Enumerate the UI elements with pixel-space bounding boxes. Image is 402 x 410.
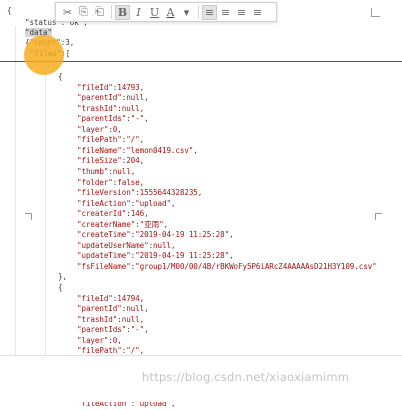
align-justify-icon[interactable]: ≡ <box>250 5 265 20</box>
click-indicator <box>24 35 64 75</box>
watermark: https://blog.csdn.net/xiaoxiamimm <box>142 370 350 384</box>
align-left-icon[interactable]: ≡ <box>202 4 217 20</box>
field-parentId: "parentId":null, <box>77 304 149 314</box>
field-folder: "folder":false, <box>77 177 145 187</box>
field-createrId: "createrId":146, <box>77 209 149 219</box>
field-createTime: "createTime":"2019-04-19 11:25:28", <box>77 230 234 240</box>
page-corner-mark <box>25 213 32 220</box>
field-updateUserName: "updateUserName":null, <box>77 240 176 250</box>
page-corner-mark <box>371 8 380 17</box>
toolbar-separator <box>198 5 199 19</box>
field-filePath: "filePath":"/", <box>77 135 145 145</box>
paste-icon[interactable]: ⎗ <box>92 5 107 20</box>
field-layer: "layer":0, <box>77 335 122 345</box>
field-fileName: "fileName":"lemon0419.csv", <box>77 145 198 155</box>
field-fsFileName: "fsFileName":"group1/M00/00/4B/rBKWoFy5P… <box>77 261 377 271</box>
object-close: }, <box>58 272 67 282</box>
field-trashId: "trashId":null, <box>77 314 145 324</box>
brace-open: { <box>7 6 12 15</box>
field-fileId: "fileId":14793, <box>77 82 145 92</box>
copy-icon[interactable]: ⎘ <box>76 5 91 20</box>
field-updateTime: "updateTime":"2019-04-19 11:25:28", <box>77 251 234 261</box>
indent-guide <box>45 70 46 355</box>
field-fileSize: "fileSize":204, <box>77 156 145 166</box>
field-fileAction: "fileAction":"upload", <box>77 198 176 208</box>
align-center-icon[interactable]: ≡ <box>218 5 233 20</box>
field-layer: "layer":0, <box>77 124 122 134</box>
toolbar-separator <box>111 5 112 19</box>
page-corner-mark <box>375 213 382 220</box>
left-margin-guide <box>15 26 16 366</box>
object-open: { <box>58 72 63 81</box>
font-color-button[interactable]: A <box>163 5 178 20</box>
format-toolbar: ✂ ⎘ ⎗ B I U A ▾ ≡ ≡ ≡ ≡ <box>55 2 277 22</box>
chevron-down-icon[interactable]: ▾ <box>179 5 194 20</box>
italic-button[interactable]: I <box>131 5 146 20</box>
json-document: {"status":"ok","data"{"count":3,"files":… <box>0 0 402 408</box>
bold-button[interactable]: B <box>115 4 130 20</box>
field-createrName: "createrName":"亚雨", <box>77 219 169 229</box>
cut-icon[interactable]: ✂ <box>60 5 75 20</box>
underline-button[interactable]: U <box>147 5 162 20</box>
object-open: { <box>58 283 63 292</box>
field-thumb: "thumb":null, <box>77 166 136 176</box>
field-trashId: "trashId":null, <box>77 103 145 113</box>
field-parentIds: "parentIds":"-", <box>77 325 149 335</box>
field-fileVersion: "fileVersion":1555644328235, <box>77 188 203 198</box>
field-parentIds: "parentIds":"-", <box>77 114 149 124</box>
field-parentId: "parentId":null, <box>77 93 149 103</box>
field-fileId: "fileId":14794, <box>77 293 145 303</box>
align-right-icon[interactable]: ≡ <box>234 5 249 20</box>
